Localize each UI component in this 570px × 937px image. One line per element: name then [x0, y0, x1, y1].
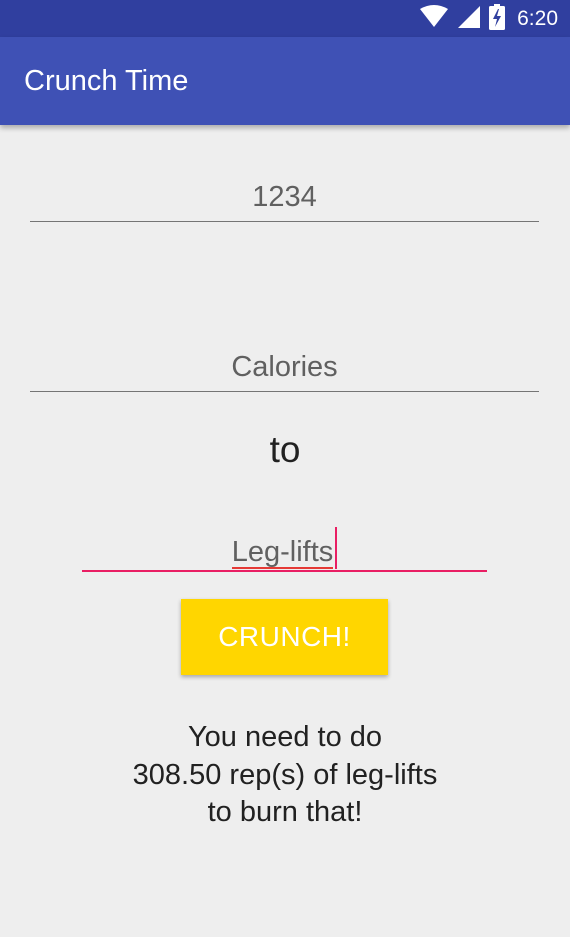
result-line-1: You need to do: [187, 721, 383, 753]
app-title: Crunch Time: [24, 65, 189, 97]
amount-input[interactable]: 1234: [30, 179, 539, 222]
unit-input[interactable]: Calories: [30, 349, 539, 392]
app-bar: Crunch Time: [0, 37, 570, 125]
wifi-icon: [419, 4, 449, 33]
status-bar: 6:20: [0, 0, 570, 37]
connector-label: to: [269, 429, 301, 470]
exercise-input[interactable]: Leg-lifts: [82, 527, 487, 572]
signal-icon: [457, 5, 481, 33]
status-time: 6:20: [517, 6, 558, 30]
exercise-value: Leg-lifts: [231, 536, 334, 569]
unit-value: Calories: [231, 351, 338, 383]
battery-charging-icon: [489, 3, 506, 34]
result-line-3: to burn that!: [207, 796, 363, 828]
result-line-2: 308.50 rep(s) of leg-lifts: [132, 758, 438, 791]
amount-value: 1234: [252, 181, 317, 213]
crunch-button[interactable]: CRUNCH!: [181, 599, 388, 675]
text-cursor: [335, 527, 338, 569]
result-text: You need to do 308.50 rep(s) of leg-lift…: [0, 719, 570, 832]
status-icons: 6:20: [419, 3, 558, 34]
